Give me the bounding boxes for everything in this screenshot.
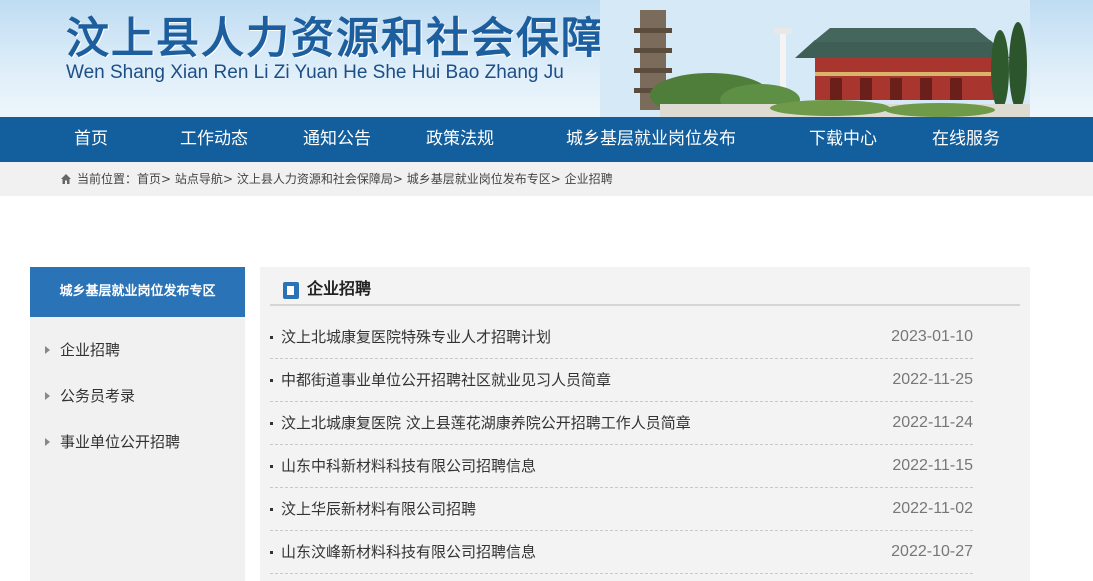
breadcrumb-separator: > bbox=[222, 172, 233, 186]
breadcrumb: 当前位置： 首页 > 站点导航 > 汶上县人力资源和社会保障局 > 城乡基层就业… bbox=[60, 162, 613, 196]
sidebar-item-enterprise-recruitment[interactable]: 企业招聘 bbox=[30, 335, 245, 365]
breadcrumb-link-home[interactable]: 首页 bbox=[137, 161, 161, 197]
nav-item-downloads[interactable]: 下载中心 bbox=[809, 117, 877, 162]
document-icon bbox=[283, 282, 299, 299]
caret-right-icon bbox=[45, 438, 50, 446]
article-title[interactable]: 中都街道事业单位公开招聘社区就业见习人员简章 bbox=[281, 369, 611, 391]
article-row[interactable]: 山东汶峰新材料科技有限公司招聘信息 2022-10-27 bbox=[270, 531, 973, 574]
nav-item-job-postings[interactable]: 城乡基层就业岗位发布 bbox=[566, 117, 736, 162]
bullet-icon bbox=[270, 422, 273, 425]
article-row[interactable]: 山东中科新材料科技有限公司招聘信息 2022-11-15 bbox=[270, 445, 973, 488]
breadcrumb-link-current[interactable]: 企业招聘 bbox=[565, 161, 613, 197]
main-nav: 首页 工作动态 通知公告 政策法规 城乡基层就业岗位发布 下载中心 在线服务 bbox=[0, 117, 1093, 162]
article-date: 2022-10-27 bbox=[891, 543, 973, 560]
sidebar-item-label: 公务员考录 bbox=[60, 387, 136, 405]
article-date: 2023-01-10 bbox=[891, 328, 973, 345]
article-title[interactable]: 汶上华辰新材料有限公司招聘 bbox=[281, 498, 476, 520]
breadcrumb-separator: > bbox=[392, 172, 403, 186]
bullet-icon bbox=[270, 379, 273, 382]
breadcrumb-separator: > bbox=[161, 172, 172, 186]
sidebar-item-public-institution-recruitment[interactable]: 事业单位公开招聘 bbox=[30, 427, 245, 457]
article-date: 2022-11-15 bbox=[892, 457, 973, 474]
sidebar-heading: 城乡基层就业岗位发布专区 bbox=[30, 267, 245, 317]
nav-item-online-service[interactable]: 在线服务 bbox=[932, 117, 1000, 162]
breadcrumb-link-bureau[interactable]: 汶上县人力资源和社会保障局 bbox=[237, 161, 393, 197]
bullet-icon bbox=[270, 551, 273, 554]
breadcrumb-separator: > bbox=[550, 172, 561, 186]
site-title: 汶上县人力资源和社会保障局 bbox=[66, 14, 651, 64]
sidebar-item-civil-servant-exam[interactable]: 公务员考录 bbox=[30, 381, 245, 411]
article-title[interactable]: 汶上北城康复医院 汶上县莲花湖康养院公开招聘工作人员简章 bbox=[281, 412, 691, 434]
article-row[interactable]: 汶上北城康复医院 汶上县莲花湖康养院公开招聘工作人员简章 2022-11-24 bbox=[270, 402, 973, 445]
sidebar: 企业招聘 公务员考录 事业单位公开招聘 bbox=[30, 317, 245, 581]
article-title[interactable]: 山东汶峰新材料科技有限公司招聘信息 bbox=[281, 541, 536, 563]
nav-item-notices[interactable]: 通知公告 bbox=[303, 117, 371, 162]
article-title[interactable]: 汶上北城康复医院特殊专业人才招聘计划 bbox=[281, 326, 551, 348]
banner-scenery-image bbox=[600, 0, 1030, 117]
article-list-panel: 企业招聘 汶上北城康复医院特殊专业人才招聘计划 2023-01-10 中都街道事… bbox=[260, 267, 1030, 581]
article-row[interactable]: 中都街道事业单位公开招聘社区就业见习人员简章 2022-11-25 bbox=[270, 359, 973, 402]
article-row[interactable]: 汶上华辰新材料有限公司招聘 2022-11-02 bbox=[270, 488, 973, 531]
sidebar-item-label: 企业招聘 bbox=[60, 341, 121, 359]
article-row[interactable]: 汶上北城康复医院特殊专业人才招聘计划 2023-01-10 bbox=[270, 316, 973, 359]
panel-title: 企业招聘 bbox=[307, 279, 372, 298]
breadcrumb-link-site-nav[interactable]: 站点导航 bbox=[175, 161, 223, 197]
article-date: 2022-11-24 bbox=[892, 414, 973, 431]
breadcrumb-bar: 当前位置： 首页 > 站点导航 > 汶上县人力资源和社会保障局 > 城乡基层就业… bbox=[0, 162, 1093, 196]
bullet-icon bbox=[270, 336, 273, 339]
sidebar-item-label: 事业单位公开招聘 bbox=[60, 433, 181, 451]
caret-right-icon bbox=[45, 392, 50, 400]
breadcrumb-link-job-zone[interactable]: 城乡基层就业岗位发布专区 bbox=[407, 161, 551, 197]
breadcrumb-prefix: 当前位置： bbox=[77, 172, 138, 186]
caret-right-icon bbox=[45, 346, 50, 354]
nav-item-policies[interactable]: 政策法规 bbox=[426, 117, 494, 162]
article-date: 2022-11-25 bbox=[892, 371, 973, 388]
article-title[interactable]: 山东中科新材料科技有限公司招聘信息 bbox=[281, 455, 536, 477]
nav-item-work-news[interactable]: 工作动态 bbox=[180, 117, 248, 162]
site-subtitle: Wen Shang Xian Ren Li Zi Yuan He She Hui… bbox=[66, 62, 564, 83]
article-date: 2022-11-02 bbox=[892, 500, 973, 517]
bullet-icon bbox=[270, 465, 273, 468]
home-icon bbox=[61, 174, 71, 184]
header-banner: 汶上县人力资源和社会保障局 Wen Shang Xian Ren Li Zi Y… bbox=[0, 0, 1093, 117]
nav-item-home[interactable]: 首页 bbox=[74, 117, 108, 162]
panel-header: 企业招聘 bbox=[270, 278, 1020, 306]
bullet-icon bbox=[270, 508, 273, 511]
